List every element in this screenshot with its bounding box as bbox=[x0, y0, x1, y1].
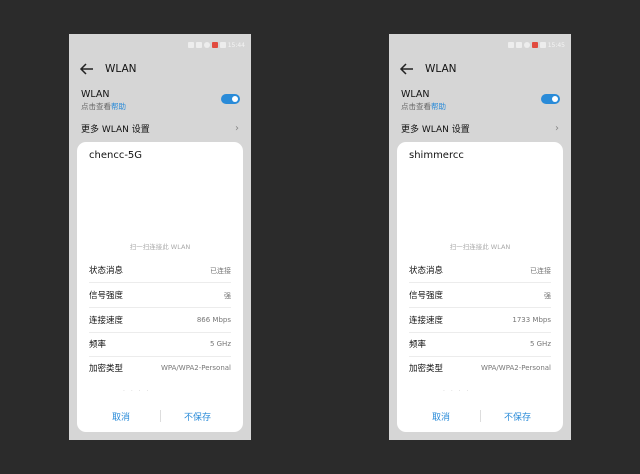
page-title: WLAN bbox=[425, 63, 457, 75]
button-divider bbox=[480, 410, 481, 422]
row-status: 状态消息 已连接 bbox=[409, 258, 551, 283]
row-security: 加密类型 WPA/WPA2-Personal bbox=[409, 356, 551, 380]
help-prefix: 点击查看 bbox=[401, 102, 431, 111]
qr-hint: 扫一扫连接此 WLAN bbox=[129, 243, 191, 251]
network-dialog: chencc-5G 扫一扫连接此 WLAN 状态消息 已连接 信号强度 强 连接… bbox=[77, 142, 243, 432]
row-value: 5 GHz bbox=[529, 340, 551, 348]
row-value: 1733 Mbps bbox=[512, 316, 551, 324]
scroll-fade: · · · · bbox=[443, 388, 471, 395]
row-label: 加密类型 bbox=[409, 364, 444, 374]
help-link[interactable]: 帮助 bbox=[111, 102, 126, 111]
signal-icon bbox=[195, 42, 202, 48]
dialog-buttons: 取消 不保存 bbox=[397, 398, 563, 432]
help-link[interactable]: 帮助 bbox=[431, 102, 446, 111]
wlan-toggle[interactable] bbox=[541, 94, 560, 104]
back-arrow-icon[interactable] bbox=[399, 62, 415, 76]
more-wlan-settings[interactable]: 更多 WLAN 设置 › bbox=[81, 122, 241, 135]
status-bar: 15:45 bbox=[507, 40, 565, 50]
phone-screen-right: 15:45 WLAN WLAN 点击查看帮助 更多 WLAN 设置 › shim… bbox=[389, 34, 571, 440]
video-icon bbox=[187, 42, 194, 48]
cancel-button[interactable]: 取消 bbox=[112, 410, 130, 423]
battery-icon bbox=[539, 42, 546, 48]
row-speed: 连接速度 1733 Mbps bbox=[409, 308, 551, 333]
row-value: 已连接 bbox=[210, 267, 231, 275]
help-line: 点击查看帮助 bbox=[401, 101, 446, 112]
battery-icon bbox=[219, 42, 226, 48]
network-name: chencc-5G bbox=[89, 150, 143, 161]
forget-button[interactable]: 不保存 bbox=[184, 410, 211, 423]
qr-hint: 扫一扫连接此 WLAN bbox=[449, 243, 511, 251]
more-settings-label: 更多 WLAN 设置 bbox=[401, 125, 470, 135]
phone-screen-left: 15:44 WLAN WLAN 点击查看帮助 更多 WLAN 设置 › chen… bbox=[69, 34, 251, 440]
row-value: 866 Mbps bbox=[196, 316, 231, 324]
page-title: WLAN bbox=[105, 63, 137, 75]
toggle-knob bbox=[552, 96, 558, 102]
wlan-label: WLAN bbox=[401, 89, 430, 100]
row-frequency: 频率 5 GHz bbox=[89, 332, 231, 357]
chevron-right-icon: › bbox=[555, 123, 559, 134]
row-security: 加密类型 WPA/WPA2-Personal bbox=[89, 356, 231, 380]
notification-icon bbox=[211, 42, 218, 48]
status-bar: 15:44 bbox=[187, 40, 245, 50]
row-label: 连接速度 bbox=[89, 316, 124, 326]
row-signal: 信号强度 强 bbox=[89, 283, 231, 308]
row-value: 强 bbox=[544, 292, 551, 300]
forget-button[interactable]: 不保存 bbox=[504, 410, 531, 423]
row-status: 状态消息 已连接 bbox=[89, 258, 231, 283]
back-arrow-icon[interactable] bbox=[79, 62, 95, 76]
notification-icon bbox=[531, 42, 538, 48]
toggle-knob bbox=[232, 96, 238, 102]
row-label: 状态消息 bbox=[89, 266, 124, 276]
row-value: 已连接 bbox=[530, 267, 551, 275]
network-dialog: shimmercc 扫一扫连接此 WLAN 状态消息 已连接 信号强度 强 连接… bbox=[397, 142, 563, 432]
more-settings-label: 更多 WLAN 设置 bbox=[81, 125, 150, 135]
row-label: 连接速度 bbox=[409, 316, 444, 326]
status-time: 15:45 bbox=[547, 41, 565, 49]
more-wlan-settings[interactable]: 更多 WLAN 设置 › bbox=[401, 122, 561, 135]
row-signal: 信号强度 强 bbox=[409, 283, 551, 308]
status-time: 15:44 bbox=[227, 41, 245, 49]
row-value: 5 GHz bbox=[209, 340, 231, 348]
location-icon bbox=[523, 42, 530, 48]
row-value: WPA/WPA2-Personal bbox=[160, 364, 231, 372]
row-label: 信号强度 bbox=[89, 291, 124, 301]
button-divider bbox=[160, 410, 161, 422]
row-speed: 连接速度 866 Mbps bbox=[89, 308, 231, 333]
video-icon bbox=[507, 42, 514, 48]
title-bar: WLAN bbox=[399, 62, 457, 76]
row-label: 频率 bbox=[409, 340, 427, 350]
wlan-toggle[interactable] bbox=[221, 94, 240, 104]
row-label: 频率 bbox=[89, 340, 107, 350]
title-bar: WLAN bbox=[79, 62, 137, 76]
chevron-right-icon: › bbox=[235, 123, 239, 134]
wlan-label: WLAN bbox=[81, 89, 110, 100]
signal-icon bbox=[515, 42, 522, 48]
row-value: WPA/WPA2-Personal bbox=[480, 364, 551, 372]
dialog-buttons: 取消 不保存 bbox=[77, 398, 243, 432]
scroll-fade: · · · · bbox=[123, 388, 151, 395]
row-value: 强 bbox=[224, 292, 231, 300]
cancel-button[interactable]: 取消 bbox=[432, 410, 450, 423]
row-label: 加密类型 bbox=[89, 364, 124, 374]
help-line: 点击查看帮助 bbox=[81, 101, 126, 112]
row-frequency: 频率 5 GHz bbox=[409, 332, 551, 357]
location-icon bbox=[203, 42, 210, 48]
network-name: shimmercc bbox=[409, 150, 464, 161]
help-prefix: 点击查看 bbox=[81, 102, 111, 111]
row-label: 状态消息 bbox=[409, 266, 444, 276]
row-label: 信号强度 bbox=[409, 291, 444, 301]
